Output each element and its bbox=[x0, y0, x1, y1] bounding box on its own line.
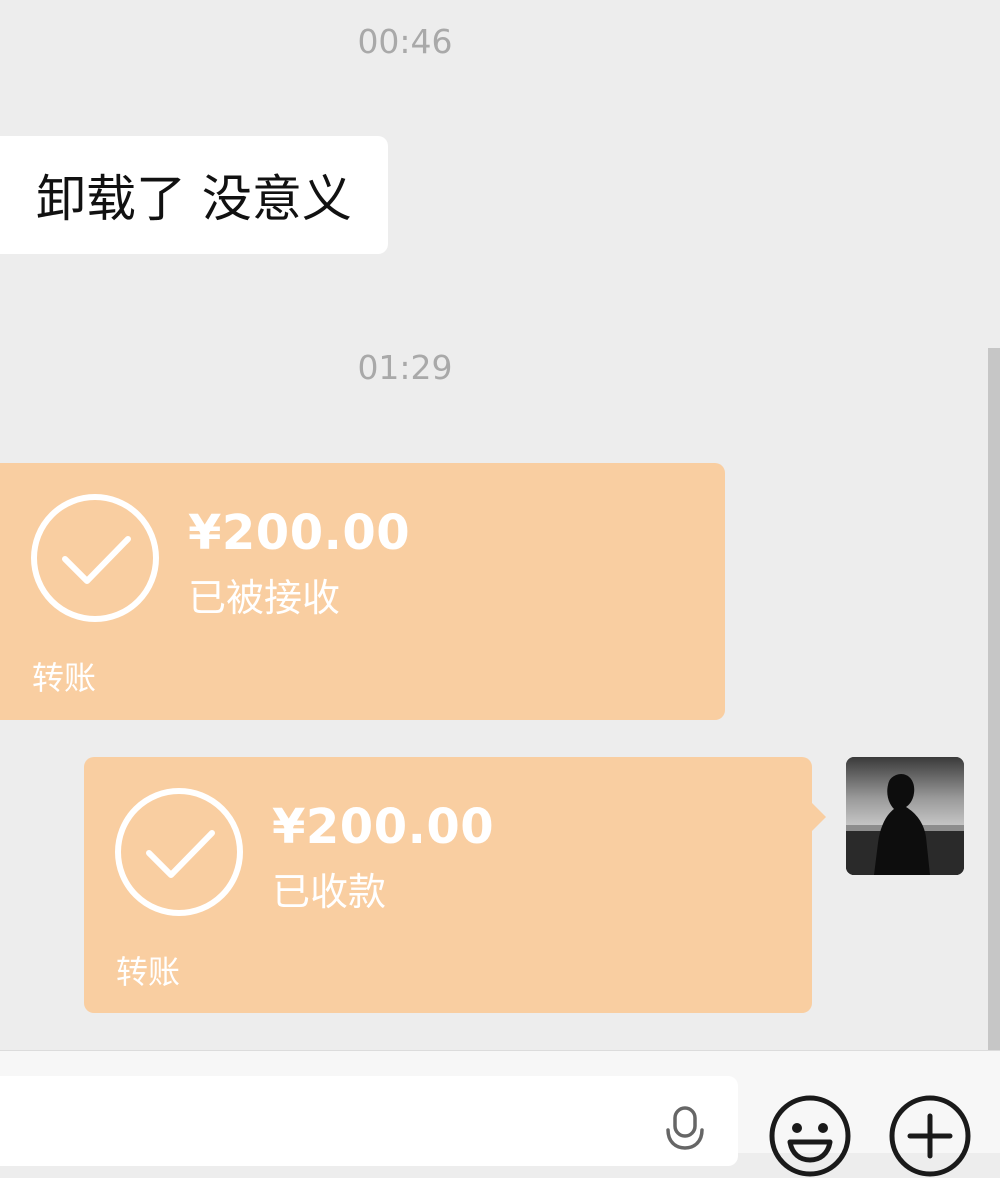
chat-area[interactable]: 00:46 卸载了 没意义 01:29 ¥200.00 已被接收 转账 ¥200… bbox=[0, 0, 1000, 1050]
transfer-label: 转账 bbox=[32, 659, 97, 697]
message-timestamp: 00:46 bbox=[357, 22, 453, 61]
emoji-icon[interactable] bbox=[768, 1094, 852, 1178]
check-circle-icon bbox=[31, 494, 159, 622]
transfer-status: 已被接收 bbox=[188, 576, 341, 620]
message-input[interactable] bbox=[0, 1076, 738, 1166]
transfer-label: 转账 bbox=[116, 953, 181, 991]
avatar[interactable] bbox=[846, 757, 964, 875]
scrollbar[interactable] bbox=[988, 348, 1000, 1050]
transfer-amount: ¥200.00 bbox=[188, 505, 411, 561]
avatar-silhouette-image bbox=[846, 757, 964, 875]
text-message-bubble[interactable]: 卸载了 没意义 bbox=[0, 136, 388, 254]
transfer-status: 已收款 bbox=[272, 870, 387, 914]
microphone-icon[interactable] bbox=[662, 1106, 708, 1152]
transfer-amount: ¥200.00 bbox=[272, 799, 495, 855]
text-message-content: 卸载了 没意义 bbox=[36, 170, 352, 228]
plus-icon[interactable] bbox=[888, 1094, 972, 1178]
transfer-message-collected[interactable]: ¥200.00 已收款 转账 bbox=[84, 757, 826, 1013]
message-timestamp: 01:29 bbox=[357, 348, 453, 387]
bubble-tail bbox=[812, 803, 826, 831]
check-circle-icon bbox=[115, 788, 243, 916]
transfer-message-received[interactable]: ¥200.00 已被接收 转账 bbox=[0, 463, 725, 720]
